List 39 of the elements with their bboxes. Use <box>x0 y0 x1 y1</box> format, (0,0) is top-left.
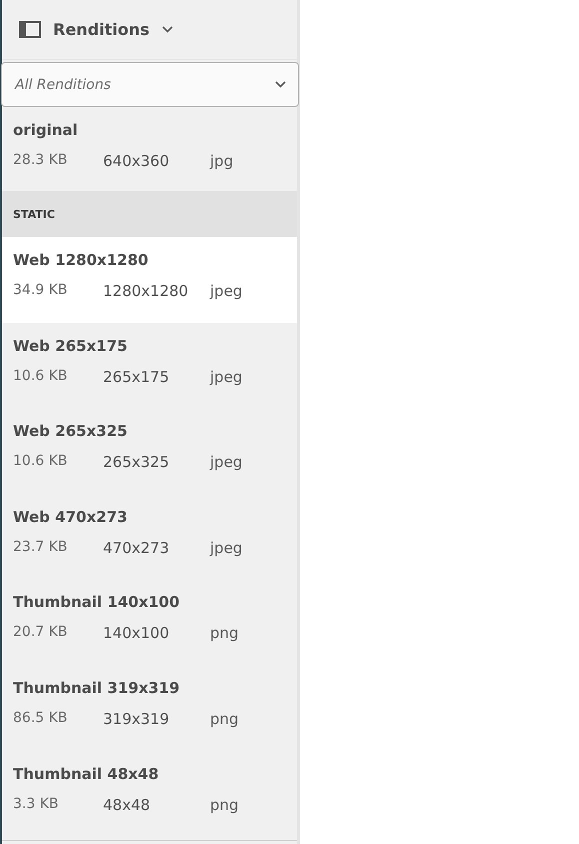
file-format: png <box>210 624 240 642</box>
file-size: 23.7 KB <box>13 538 68 557</box>
file-format: jpg <box>210 152 234 170</box>
dimensions: 640x360 <box>103 152 170 170</box>
file-format: jpeg <box>210 282 244 300</box>
rendition-name: Web 470x273 <box>13 508 128 526</box>
rendition-name: Thumbnail 140x100 <box>13 593 181 612</box>
panel-title-menu[interactable]: Renditions <box>19 20 173 39</box>
dimensions: 140x100 <box>103 624 170 642</box>
file-format: png <box>210 796 240 814</box>
rendition-name: Thumbnail 319x319 <box>13 678 181 697</box>
caret-icon <box>275 81 286 88</box>
filter-dropdown[interactable]: All Renditions <box>1 62 299 107</box>
section-title: STATIC <box>13 208 55 220</box>
rendition-name: original <box>13 121 79 139</box>
file-format: jpeg <box>210 368 244 386</box>
dimensions: 1280x1280 <box>103 282 190 300</box>
dimensions: 265x175 <box>103 368 170 386</box>
file-size: 20.7 KB <box>13 624 68 642</box>
file-format: png <box>210 710 240 728</box>
file-size: 86.5 KB <box>13 710 68 728</box>
selected-rendition-row[interactable]: Web 1280x1280 34.9 KB 1280x1280 jpeg <box>2 237 297 323</box>
file-size: 34.9 KB <box>13 282 68 300</box>
file-size: 3.3 KB <box>13 796 60 814</box>
panel-icon <box>19 21 41 38</box>
rendition-name: Thumbnail 48x48 <box>13 764 160 783</box>
file-format: jpeg <box>210 453 244 472</box>
file-size: 28.3 KB <box>13 152 68 170</box>
rendition-name: Web 265x325 <box>13 422 128 440</box>
caret-icon <box>162 26 173 33</box>
dimensions: 48x48 <box>103 796 152 814</box>
dimensions: 470x273 <box>103 538 170 557</box>
dimensions: 319x319 <box>103 710 170 728</box>
file-size: 10.6 KB <box>13 453 68 472</box>
file-size: 10.6 KB <box>13 368 68 386</box>
rendition-name: Web 1280x1280 <box>13 251 150 269</box>
rendition-name: Web 265x175 <box>13 336 128 355</box>
file-format: jpeg <box>210 538 244 557</box>
dimensions: 265x325 <box>103 453 170 472</box>
